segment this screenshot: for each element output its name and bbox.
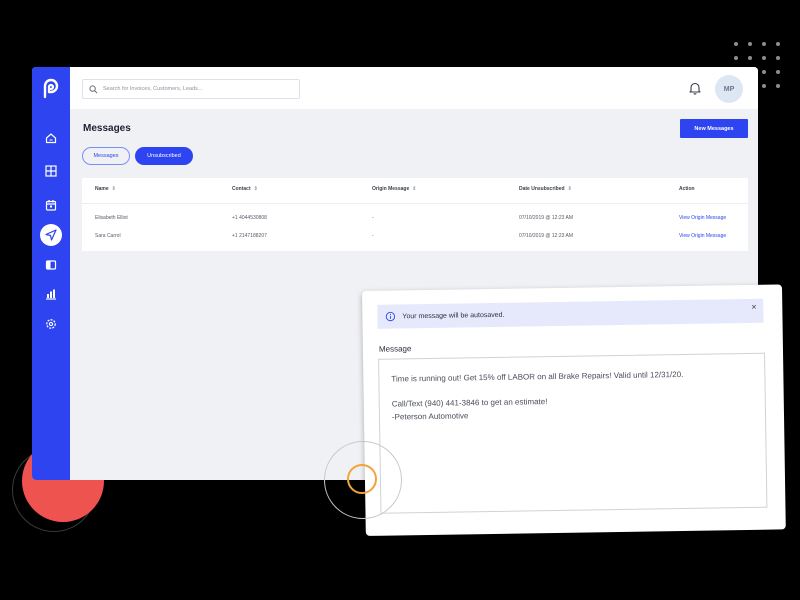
stage: Search for Invoices, Customers, Leads...… <box>0 0 800 600</box>
cell-name: Elisabeth Elliot <box>95 215 128 221</box>
view-origin-message-link[interactable]: View Origin Message <box>679 215 726 221</box>
sidebar-item-messages[interactable] <box>40 224 62 246</box>
sidebar <box>32 67 70 480</box>
chart-icon <box>46 289 56 300</box>
close-icon[interactable]: × <box>751 302 756 312</box>
compose-message-dialog: Your message will be autosaved. × Messag… <box>362 284 786 536</box>
column-header-name[interactable]: Name ⇕ <box>95 186 116 192</box>
send-icon <box>45 229 57 241</box>
home-icon <box>45 133 57 144</box>
new-messages-button[interactable]: New Messages <box>680 119 748 138</box>
calendar-icon <box>45 200 57 211</box>
decorative-dot <box>776 56 780 60</box>
search-placeholder: Search for Invoices, Customers, Leads... <box>103 86 203 92</box>
sort-icon: ⇕ <box>253 186 258 192</box>
info-icon <box>385 311 396 322</box>
cell-origin: - <box>372 233 374 239</box>
cell-contact: +1 4044530808 <box>232 215 267 221</box>
view-origin-message-link[interactable]: View Origin Message <box>679 233 726 239</box>
decorative-dot <box>776 84 780 88</box>
sort-icon: ⇕ <box>412 186 417 192</box>
cell-origin: - <box>372 215 374 221</box>
cell-contact: +1 2147188207 <box>232 233 267 239</box>
decorative-dot <box>762 70 766 74</box>
sidebar-item-reports[interactable] <box>41 284 61 304</box>
decorative-dot <box>734 42 738 46</box>
top-bar: Search for Invoices, Customers, Leads...… <box>70 67 758 109</box>
contacts-icon <box>45 260 57 270</box>
decorative-dot <box>748 42 752 46</box>
sidebar-item-calendar[interactable] <box>41 195 61 215</box>
search-input[interactable]: Search for Invoices, Customers, Leads... <box>82 79 300 99</box>
cell-name: Sara Carrol <box>95 233 121 239</box>
tab-unsubscribed[interactable]: Unsubscribed <box>135 147 193 165</box>
decorative-dot <box>762 42 766 46</box>
sidebar-item-dashboard[interactable] <box>41 161 61 181</box>
autosave-notice-text: Your message will be autosaved. <box>402 311 505 320</box>
grid-icon <box>45 165 57 177</box>
table-divider <box>82 203 748 204</box>
sidebar-item-contacts[interactable] <box>41 255 61 275</box>
brand-logo-icon[interactable] <box>40 77 62 99</box>
message-textarea[interactable]: Time is running out! Get 15% off LABOR o… <box>378 352 768 514</box>
decorative-dot <box>776 70 780 74</box>
column-header-action: Action <box>679 186 695 192</box>
decorative-dot <box>734 56 738 60</box>
cursor-ring-inner <box>347 464 377 494</box>
sort-icon: ⇕ <box>111 186 116 192</box>
avatar[interactable]: MP <box>715 75 743 103</box>
decorative-dot <box>762 84 766 88</box>
unsubscribed-table: Name ⇕ Contact ⇕ Origin Message ⇕ Date Unsu… <box>82 178 748 251</box>
column-header-origin-message[interactable]: Origin Message ⇕ <box>372 186 416 192</box>
sort-icon: ⇕ <box>567 186 572 192</box>
settings-icon <box>46 319 56 329</box>
column-header-date-unsubscribed[interactable]: Date Unsubscribed ⇕ <box>519 186 572 192</box>
decorative-dot <box>762 56 766 60</box>
decorative-dot <box>776 42 780 46</box>
sidebar-item-home[interactable] <box>41 128 61 148</box>
sidebar-item-settings[interactable] <box>41 314 61 334</box>
cell-date: 07/10/2019 @ 12:23 AM <box>519 215 574 221</box>
cell-date: 07/10/2019 @ 12:23 AM <box>519 233 574 239</box>
search-icon <box>89 84 98 93</box>
column-header-contact[interactable]: Contact ⇕ <box>232 186 258 192</box>
bell-icon[interactable] <box>688 81 702 95</box>
tab-messages[interactable]: Messages <box>82 147 130 165</box>
page-title: Messages <box>83 123 131 134</box>
message-label: Message <box>378 344 412 354</box>
decorative-dot <box>748 56 752 60</box>
autosave-notice: Your message will be autosaved. <box>377 298 764 329</box>
